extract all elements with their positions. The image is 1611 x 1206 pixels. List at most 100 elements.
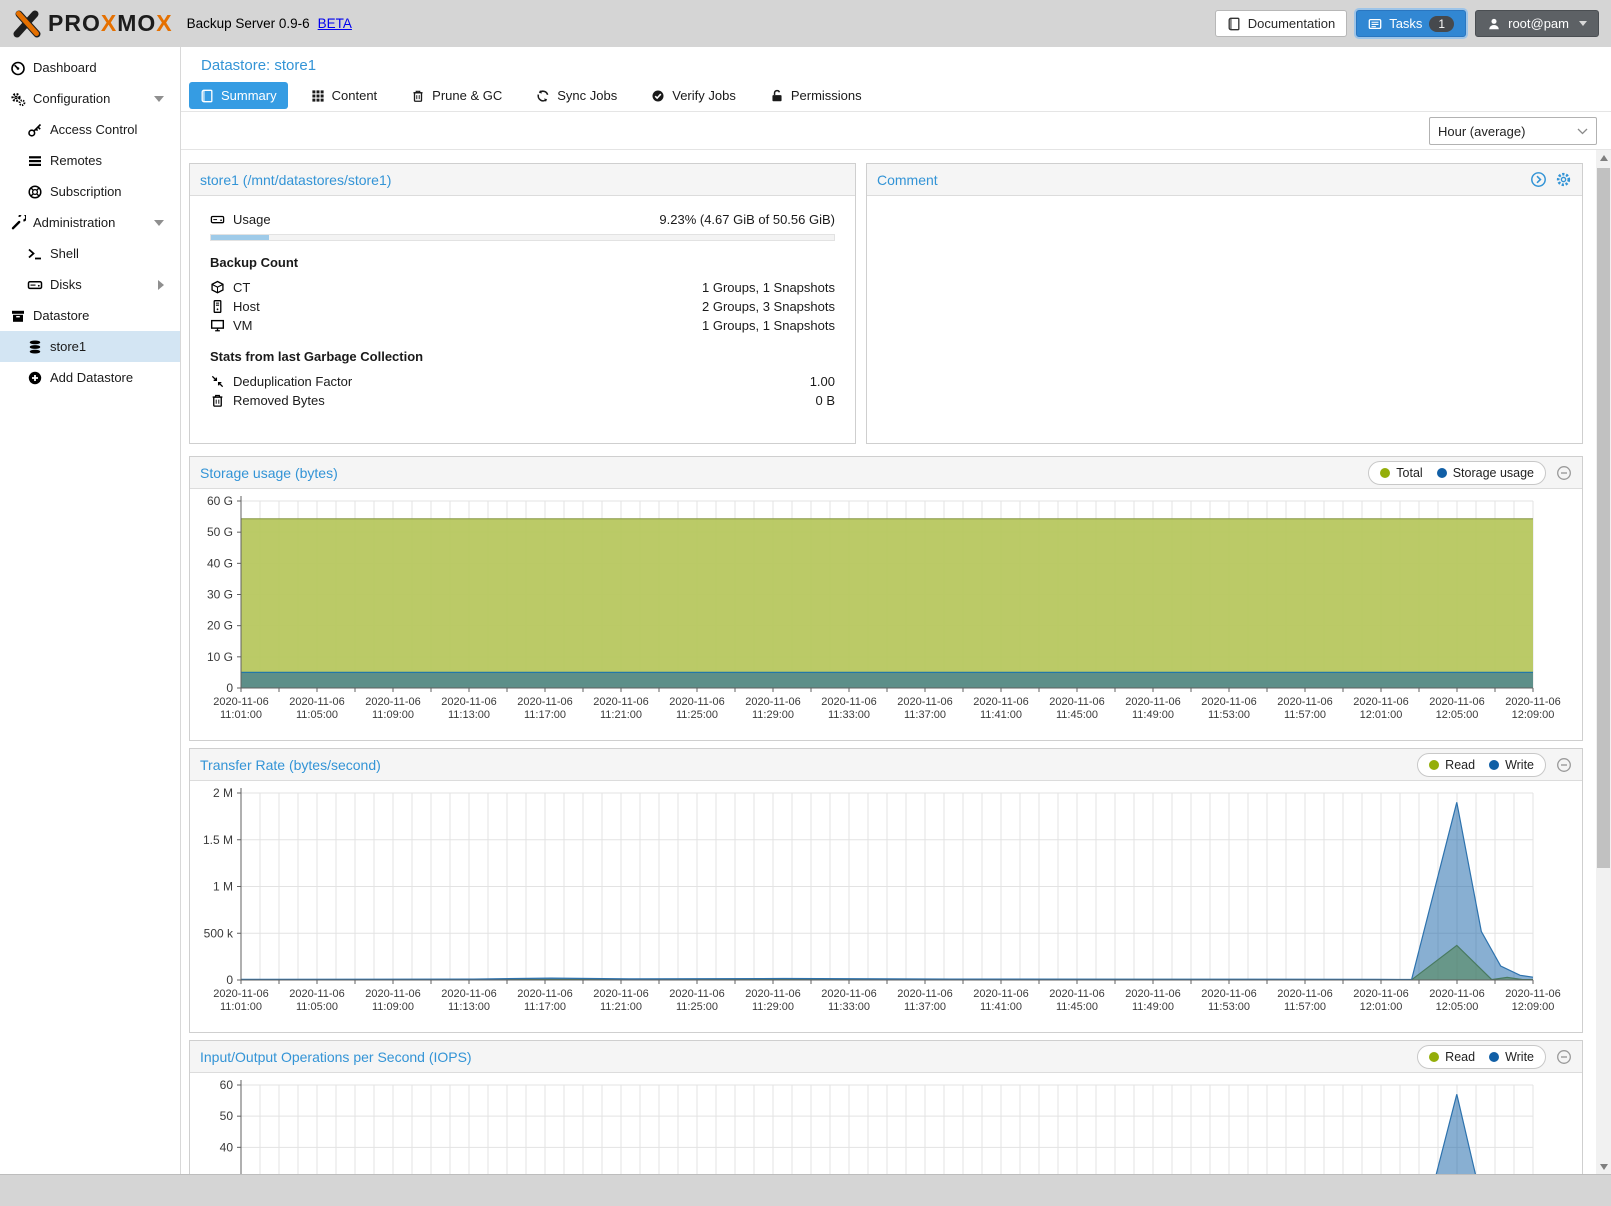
tab-prune-gc[interactable]: Prune & GC <box>400 82 513 109</box>
x-tick-time: 11:45:00 <box>1056 709 1098 721</box>
minus-circle-icon <box>1556 465 1572 481</box>
terminal-icon <box>27 246 43 262</box>
tab-permissions[interactable]: Permissions <box>759 82 873 109</box>
cube-icon <box>210 280 226 296</box>
collapse-panel-button[interactable] <box>1556 757 1572 773</box>
sidebar-item-configuration[interactable]: Configuration <box>0 83 180 114</box>
x-tick-time: 12:09:00 <box>1512 1001 1555 1013</box>
x-tick-date: 2020-11-06 <box>213 988 268 1000</box>
x-tick-time: 11:57:00 <box>1284 1001 1326 1013</box>
x-tick-time: 11:53:00 <box>1208 1001 1250 1013</box>
minus-circle-icon <box>1556 757 1572 773</box>
timeframe-select[interactable]: Hour (average) <box>1429 117 1597 145</box>
sidebar-item-administration[interactable]: Administration <box>0 207 180 238</box>
transfer-rate-title: Transfer Rate (bytes/second) <box>200 757 381 773</box>
sidebar-item-dashboard[interactable]: Dashboard <box>0 52 180 83</box>
legend-dot <box>1380 468 1390 478</box>
bottom-bar <box>0 1174 1611 1206</box>
tasks-count-badge: 1 <box>1429 16 1454 32</box>
storage-usage-chart: 60 G50 G40 G30 G20 G10 G02020-11-0611:01… <box>191 490 1583 740</box>
legend-item-storage-usage[interactable]: Storage usage <box>1437 466 1534 480</box>
sidebar-item-add-datastore[interactable]: Add Datastore <box>0 362 180 393</box>
vertical-scrollbar[interactable] <box>1596 150 1611 1174</box>
gc-stats-header: Stats from last Garbage Collection <box>210 349 835 364</box>
timeframe-value: Hour (average) <box>1438 124 1525 139</box>
x-tick-date: 2020-11-06 <box>1429 988 1484 1000</box>
legend-dot <box>1429 760 1439 770</box>
x-tick-time: 11:25:00 <box>676 709 718 721</box>
sidebar-item-disks[interactable]: Disks <box>0 269 180 300</box>
user-menu-button[interactable]: root@pam <box>1475 10 1599 37</box>
x-tick-date: 2020-11-06 <box>669 988 724 1000</box>
collapse-caret-icon[interactable] <box>154 96 164 102</box>
documentation-button[interactable]: Documentation <box>1215 10 1347 37</box>
removed-bytes-row: Removed Bytes 0 B <box>210 391 835 410</box>
expand-caret-icon[interactable] <box>158 280 164 290</box>
backup-count-header: Backup Count <box>210 255 835 270</box>
y-tick-label: 1.5 M <box>203 833 233 847</box>
sidebar-item-remotes[interactable]: Remotes <box>0 145 180 176</box>
comment-panel-header: Comment <box>867 164 1582 196</box>
tab-verify-jobs[interactable]: Verify Jobs <box>640 82 747 109</box>
gear-icon[interactable] <box>1555 171 1572 188</box>
y-tick-label: 2 M <box>213 786 233 800</box>
x-tick-time: 11:29:00 <box>752 1001 794 1013</box>
x-tick-date: 2020-11-06 <box>1353 988 1408 1000</box>
sidebar-item-datastore[interactable]: Datastore <box>0 300 180 331</box>
x-tick-time: 11:21:00 <box>600 1001 642 1013</box>
y-tick-label: 1 M <box>213 880 233 894</box>
x-tick-time: 11:57:00 <box>1284 709 1326 721</box>
desktop-icon <box>210 318 226 334</box>
legend-dot <box>1437 468 1447 478</box>
x-tick-date: 2020-11-06 <box>745 988 800 1000</box>
beta-link[interactable]: BETA <box>318 16 352 31</box>
life-ring-icon <box>27 184 43 200</box>
legend-dot <box>1489 760 1499 770</box>
collapse-panel-button[interactable] <box>1556 1049 1572 1065</box>
proxmox-logo: PROXMOX <box>12 9 173 39</box>
x-tick-time: 11:17:00 <box>524 709 566 721</box>
list-icon <box>27 153 43 169</box>
tasks-button[interactable]: Tasks 1 <box>1356 10 1466 37</box>
transfer-rate-chart: 2 M1.5 M1 M500 k02020-11-0611:01:002020-… <box>191 782 1583 1032</box>
sidebar-item-access-control[interactable]: Access Control <box>0 114 180 145</box>
x-tick-time: 11:01:00 <box>220 709 262 721</box>
x-tick-date: 2020-11-06 <box>365 696 420 708</box>
scroll-up-arrow[interactable] <box>1596 150 1611 165</box>
iops-title: Input/Output Operations per Second (IOPS… <box>200 1049 472 1065</box>
grid-icon <box>311 89 325 103</box>
x-tick-time: 11:41:00 <box>980 1001 1022 1013</box>
x-tick-time: 11:49:00 <box>1132 709 1174 721</box>
minus-circle-icon <box>1556 1049 1572 1065</box>
trash-icon <box>210 393 226 409</box>
legend-item-write[interactable]: Write <box>1489 758 1534 772</box>
chevron-right-circle-icon[interactable] <box>1530 171 1547 188</box>
scrollbar-thumb[interactable] <box>1597 168 1610 868</box>
legend-item-write[interactable]: Write <box>1489 1050 1534 1064</box>
collapse-caret-icon[interactable] <box>154 220 164 226</box>
legend-item-read[interactable]: Read <box>1429 758 1475 772</box>
collapse-panel-button[interactable] <box>1556 465 1572 481</box>
x-tick-time: 12:05:00 <box>1436 709 1479 721</box>
x-tick-time: 11:33:00 <box>828 709 870 721</box>
tab-sync-jobs[interactable]: Sync Jobs <box>525 82 628 109</box>
tab-content[interactable]: Content <box>300 82 389 109</box>
sidebar-item-subscription[interactable]: Subscription <box>0 176 180 207</box>
x-tick-date: 2020-11-06 <box>1049 696 1104 708</box>
sidebar-item-shell[interactable]: Shell <box>0 238 180 269</box>
sidebar: Dashboard Configuration Access Control R… <box>0 47 181 1174</box>
trash-icon <box>411 89 425 103</box>
sidebar-item-store1[interactable]: store1 <box>0 331 180 362</box>
chevron-down-icon <box>1577 128 1588 135</box>
x-tick-date: 2020-11-06 <box>1277 988 1332 1000</box>
legend-item-read[interactable]: Read <box>1429 1050 1475 1064</box>
x-tick-date: 2020-11-06 <box>593 696 648 708</box>
tab-summary[interactable]: Summary <box>189 82 288 109</box>
logo-text: PROXMOX <box>48 10 173 37</box>
legend-item-total[interactable]: Total <box>1380 466 1422 480</box>
scroll-down-arrow[interactable] <box>1596 1159 1611 1174</box>
comment-body[interactable] <box>867 196 1582 443</box>
x-tick-date: 2020-11-06 <box>821 696 876 708</box>
comment-panel-title: Comment <box>877 172 938 188</box>
compress-icon <box>210 374 226 390</box>
